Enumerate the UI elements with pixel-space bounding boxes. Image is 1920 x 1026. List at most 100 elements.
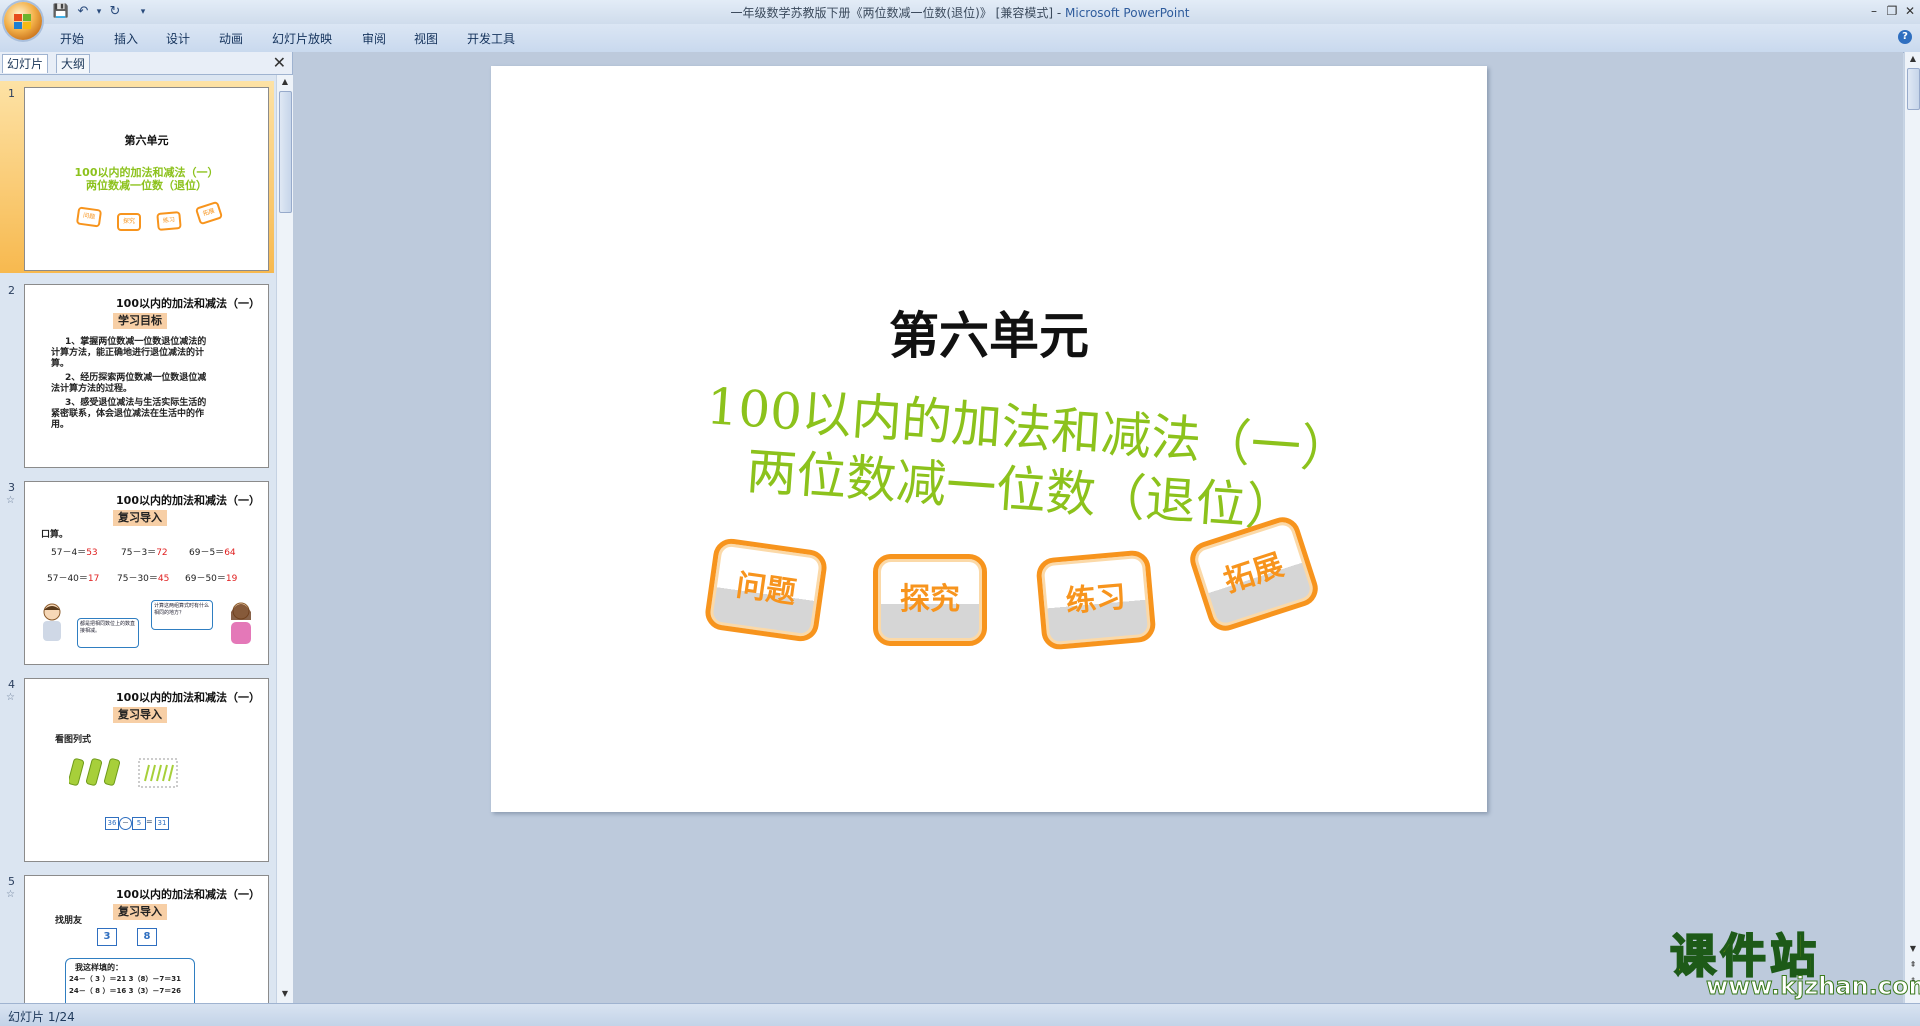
eq-answer: 72 (156, 548, 168, 558)
editor-scrollbar[interactable]: ▲ ▼ ⇞ ⇟ (1904, 52, 1920, 1003)
speech-bubble: 都是把相同数位上的数直接相减。 (77, 618, 139, 648)
thumb-tag: 复习导入 (113, 707, 167, 723)
slide-thumbnail-5[interactable]: 100以内的加法和减法（一） 复习导入 找朋友 3 8 我这样填的： 24－（ … (24, 875, 269, 1003)
slide-number: 3 (8, 481, 15, 494)
slide-thumbnail-2[interactable]: 100以内的加法和减法（一） 学习目标 1、掌握两位数减一位数退位减法的 计算方… (24, 284, 269, 468)
slide-thumbnail-3[interactable]: 100以内的加法和减法（一） 复习导入 口算。 57－4＝53 75－3＝72 … (24, 481, 269, 665)
slide-button-question[interactable]: 问题 (703, 536, 829, 644)
thumb-text: 2、经历探索两位数减一位数退位减 (65, 373, 207, 383)
thumb-text: 算。 (51, 359, 70, 369)
pane-close-icon[interactable]: ✕ (273, 53, 286, 72)
thumb-tag: 复习导入 (113, 904, 167, 920)
thumb-label: 找朋友 (55, 916, 83, 926)
eq-box: 5 (132, 817, 146, 830)
pane-scrollbar[interactable]: ▲ ▼ (276, 75, 293, 1003)
number-box: 8 (137, 928, 157, 946)
thumb-eq: 75－30＝45 (117, 574, 169, 585)
eq-answer: 17 (87, 574, 100, 584)
thumb-btn-question: 问题 (75, 206, 103, 228)
scroll-down-icon[interactable]: ▼ (1906, 942, 1920, 956)
thumb-eq: 69－50＝19 (185, 574, 237, 585)
slide-button-practice[interactable]: 练习 (1035, 549, 1157, 651)
scroll-up-icon[interactable]: ▲ (278, 75, 292, 89)
slide-editor: 第六单元 100以内的加法和减法（一） 两位数减一位数（退位） 问题 探究 练习… (293, 52, 1903, 1003)
eq-answer: 64 (224, 548, 236, 558)
thumb-text: 1、掌握两位数减一位数退位减法的 (65, 337, 207, 347)
slide-number: 1 (8, 87, 15, 100)
thumbnail-row-1[interactable]: 1 第六单元 100以内的加法和减法（一） 两位数减一位数（退位） 问题 探究 … (0, 81, 274, 273)
minus-circle: － (119, 817, 132, 830)
scroll-thumb[interactable] (1907, 68, 1920, 110)
restore-icon[interactable]: ❐ (1882, 2, 1902, 20)
watermark-logo: 课件站 www.kjzhan.com (1668, 920, 1920, 1001)
slide-number: 4 (8, 678, 15, 691)
window-title: 一年级数学苏教版下册《两位数减一位数(退位)》 [兼容模式] - Microso… (0, 4, 1920, 21)
tab-view[interactable]: 视图 (414, 30, 438, 47)
thumb-text: 法计算方法的过程。 (51, 384, 133, 394)
current-slide[interactable]: 第六单元 100以内的加法和减法（一） 两位数减一位数（退位） 问题 探究 练习… (491, 66, 1487, 812)
tab-home[interactable]: 开始 (60, 30, 84, 47)
thumb-eq: 57－40＝17 (47, 574, 99, 585)
thumb-text: 3、感受退位减法与生活实际生活的 (65, 398, 207, 408)
eq-text: 57－4＝ (51, 548, 87, 558)
tab-outline[interactable]: 大纲 (56, 54, 91, 73)
slide-thumbnail-1[interactable]: 第六单元 100以内的加法和减法（一） 两位数减一位数（退位） 问题 探究 练习… (24, 87, 269, 271)
scroll-down-icon[interactable]: ▼ (278, 987, 292, 1001)
scroll-thumb[interactable] (279, 91, 292, 213)
thumbnail-row-4[interactable]: 4 ☆ 100以内的加法和减法（一） 复习导入 看图列式 36 － 5 = 31 (0, 672, 274, 864)
office-button[interactable] (4, 2, 42, 40)
eq-answer: 19 (225, 574, 238, 584)
tab-animation[interactable]: 动画 (219, 30, 243, 47)
scroll-up-icon[interactable]: ▲ (1906, 52, 1920, 66)
thumb-title: 100以内的加法和减法（一） (116, 494, 260, 507)
thumb-line2: 两位数减一位数（退位） (86, 179, 207, 192)
eq-box: 31 (155, 817, 169, 830)
animation-star-icon: ☆ (6, 495, 15, 506)
thumb-label: 口算。 (41, 530, 69, 540)
eq-text: 75－30＝ (117, 574, 158, 584)
eq-answer: 53 (86, 548, 98, 558)
thumb-tag: 学习目标 (113, 313, 167, 329)
document-title: 一年级数学苏教版下册《两位数减一位数(退位)》 [兼容模式] - (730, 6, 1065, 20)
status-bar: 幻灯片 1/24 (0, 1003, 1920, 1026)
tab-slideshow[interactable]: 幻灯片放映 (272, 30, 332, 47)
thumbnail-list: 1 第六单元 100以内的加法和减法（一） 两位数减一位数（退位） 问题 探究 … (0, 75, 274, 1003)
animation-star-icon: ☆ (6, 889, 15, 900)
slide-number: 2 (8, 284, 15, 297)
thumb-label: 看图列式 (55, 735, 92, 745)
help-icon[interactable]: ? (1898, 30, 1912, 44)
previous-slide-icon[interactable]: ⇞ (1906, 958, 1920, 972)
eq-box: 36 (105, 817, 119, 830)
eq-text: 69－5＝ (189, 548, 225, 558)
thumb-eq: 57－4＝53 (51, 548, 98, 559)
close-icon[interactable]: ✕ (1900, 2, 1920, 20)
girl-illustration-icon (231, 602, 251, 644)
tab-developer[interactable]: 开发工具 (467, 30, 515, 47)
number-box: 3 (97, 928, 117, 946)
thumbnail-row-5[interactable]: 5 ☆ 100以内的加法和减法（一） 复习导入 找朋友 3 8 我这样填的： 2… (0, 869, 274, 1003)
minimize-icon[interactable]: – (1864, 2, 1884, 20)
thumbnail-row-3[interactable]: 3 ☆ 100以内的加法和减法（一） 复习导入 口算。 57－4＝53 75－3… (0, 475, 274, 667)
slide-thumbnail-4[interactable]: 100以内的加法和减法（一） 复习导入 看图列式 36 － 5 = 31 (24, 678, 269, 862)
eq-text: 69－50＝ (185, 574, 226, 584)
thumb-eq: 75－3＝72 (121, 548, 168, 559)
pane-tabs: 幻灯片 大纲 ✕ (0, 52, 292, 75)
thumb-text: 计算方法，能正确地进行退位减法的计 (51, 348, 205, 358)
ribbon-tabs: 开始 插入 设计 动画 幻灯片放映 审阅 视图 开发工具 ? (0, 24, 1920, 53)
thumb-btn-practice: 练习 (156, 210, 182, 232)
slide-unit-title[interactable]: 第六单元 (491, 296, 1487, 368)
tab-slides[interactable]: 幻灯片 (2, 54, 49, 73)
note-row: 24－（ 8 ）＝16 3（3）－7＝26 (69, 987, 182, 995)
thumb-title: 100以内的加法和减法（一） (116, 691, 260, 704)
tab-insert[interactable]: 插入 (114, 30, 138, 47)
tab-review[interactable]: 审阅 (362, 30, 386, 47)
equals-sign: = (146, 817, 153, 826)
tab-design[interactable]: 设计 (166, 30, 190, 47)
title-bar: 💾 ↶ ▾ ↻ ▾ 一年级数学苏教版下册《两位数减一位数(退位)》 [兼容模式]… (0, 0, 1920, 40)
thumb-btn-explore: 探究 (117, 213, 141, 231)
thumbnail-row-2[interactable]: 2 100以内的加法和减法（一） 学习目标 1、掌握两位数减一位数退位减法的 计… (0, 278, 274, 470)
slide-button-explore[interactable]: 探究 (873, 554, 987, 646)
thumb-btn-extend: 拓展 (194, 200, 224, 226)
thumb-title: 100以内的加法和减法（一） (116, 297, 260, 310)
sticks-illustration-icon (69, 758, 178, 788)
